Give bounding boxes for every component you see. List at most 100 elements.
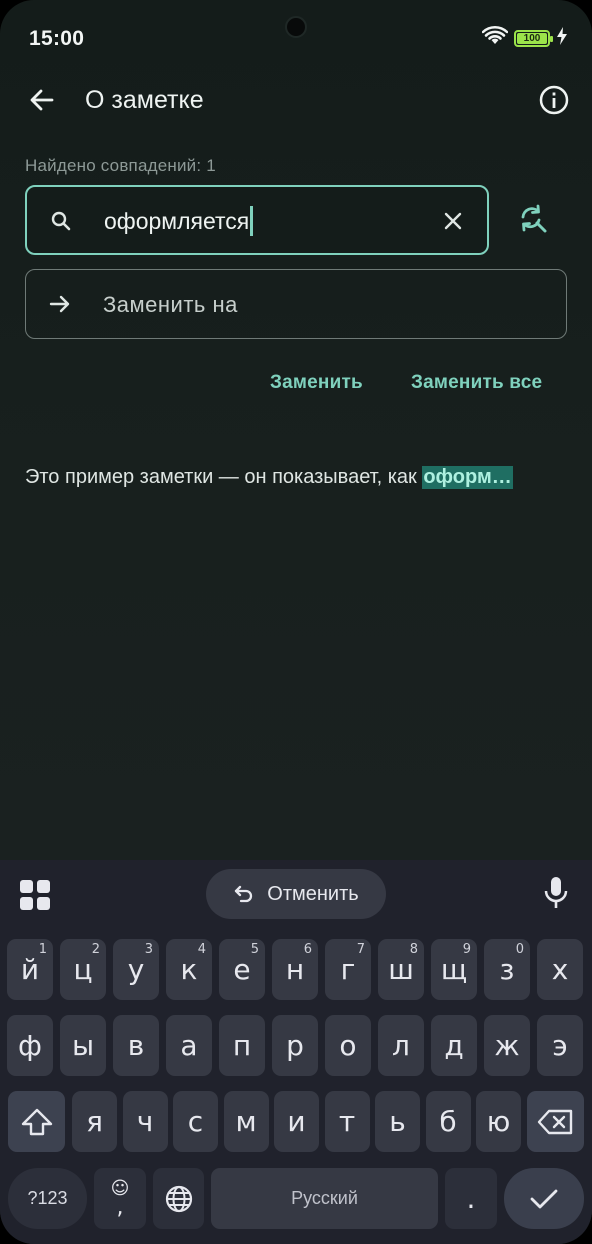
keyboard-menu-button[interactable] <box>18 878 52 912</box>
space-key[interactable]: Русский <box>211 1168 438 1229</box>
key-r2-6[interactable]: о <box>325 1015 371 1076</box>
key-r3-7[interactable]: б <box>425 1091 471 1152</box>
symbols-key[interactable]: ?123 <box>8 1168 87 1229</box>
key-label: ы <box>71 1029 95 1062</box>
key-label: ю <box>486 1105 511 1138</box>
key-label: э <box>552 1029 568 1062</box>
key-r3-1[interactable]: ч <box>122 1091 168 1152</box>
checkmark-icon <box>530 1189 558 1208</box>
key-r1-6[interactable]: г7 <box>325 939 371 1000</box>
key-r1-4[interactable]: е5 <box>219 939 265 1000</box>
search-value-wrap: оформляется <box>104 206 253 236</box>
key-r2-10[interactable]: э <box>537 1015 583 1076</box>
key-r2-0[interactable]: ф <box>7 1015 53 1076</box>
shift-key[interactable] <box>8 1091 65 1152</box>
note-text: Это пример заметки — он показывает, как <box>25 466 423 488</box>
clear-search-button[interactable] <box>439 207 467 235</box>
key-label: и <box>287 1105 306 1138</box>
key-label: й <box>20 953 40 986</box>
key-label: л <box>392 1029 410 1062</box>
period-key[interactable]: . <box>445 1168 497 1229</box>
status-time: 15:00 <box>29 27 85 50</box>
key-label: т <box>338 1105 356 1138</box>
key-number-hint: 2 <box>91 942 100 957</box>
period-label: . <box>466 1182 476 1215</box>
arrow-back-icon <box>30 89 54 111</box>
mic-icon <box>544 877 568 908</box>
text-caret <box>250 206 253 236</box>
key-label: ь <box>389 1105 406 1138</box>
key-r3-4[interactable]: и <box>274 1091 319 1152</box>
key-label: ч <box>136 1105 154 1138</box>
status-icons: 100 <box>481 26 568 51</box>
key-r2-8[interactable]: д <box>431 1015 477 1076</box>
search-query: оформляется <box>104 207 250 234</box>
key-label: б <box>439 1105 457 1138</box>
key-number-hint: 1 <box>38 942 47 957</box>
space-label: Русский <box>291 1188 358 1208</box>
arrow-right-icon <box>49 295 70 313</box>
key-r1-10[interactable]: х <box>537 939 583 1000</box>
key-label: з <box>499 953 515 986</box>
replace-input[interactable]: Заменить на <box>25 269 567 339</box>
key-r2-5[interactable]: р <box>272 1015 318 1076</box>
key-r2-3[interactable]: а <box>166 1015 212 1076</box>
key-r1-5[interactable]: н6 <box>272 939 318 1000</box>
key-number-hint: 3 <box>144 942 153 957</box>
key-r3-0[interactable]: я <box>72 1091 117 1152</box>
key-label: щ <box>440 953 468 986</box>
key-label: е <box>233 953 251 986</box>
key-label: п <box>232 1029 252 1062</box>
key-r1-3[interactable]: к4 <box>166 939 212 1000</box>
shift-icon <box>21 1108 52 1135</box>
key-r2-9[interactable]: ж <box>484 1015 530 1076</box>
key-label: х <box>551 953 569 986</box>
key-label: ф <box>18 1029 42 1062</box>
key-number-hint: 6 <box>303 942 312 957</box>
replace-placeholder: Заменить на <box>103 292 238 317</box>
key-label: о <box>339 1029 357 1062</box>
key-label: у <box>127 953 145 986</box>
note-body[interactable]: Это пример заметки — он показывает, как … <box>25 466 570 489</box>
key-r1-0[interactable]: й1 <box>7 939 53 1000</box>
key-number-hint: 4 <box>197 942 206 957</box>
symbols-label: ?123 <box>27 1188 68 1208</box>
backspace-icon <box>537 1109 572 1134</box>
key-r1-7[interactable]: ш8 <box>378 939 424 1000</box>
key-r2-1[interactable]: ы <box>60 1015 106 1076</box>
key-r3-5[interactable]: т <box>324 1091 370 1152</box>
enter-key[interactable] <box>504 1168 584 1229</box>
emoji-comma-key[interactable]: ☺ , <box>94 1168 146 1229</box>
language-key[interactable] <box>153 1168 204 1229</box>
backspace-key[interactable] <box>527 1091 584 1152</box>
comma-label: , <box>116 1194 124 1220</box>
voice-input-button[interactable] <box>542 875 570 911</box>
key-r2-4[interactable]: п <box>219 1015 265 1076</box>
key-label: к <box>180 953 198 986</box>
info-button[interactable] <box>534 80 574 120</box>
key-r2-7[interactable]: л <box>378 1015 424 1076</box>
search-input[interactable]: оформляется <box>25 185 489 255</box>
undo-button[interactable]: Отменить <box>206 869 386 919</box>
key-r3-2[interactable]: с <box>173 1091 218 1152</box>
key-r3-6[interactable]: ь <box>375 1091 420 1152</box>
replace-all-button[interactable]: Заменить все <box>411 372 542 394</box>
key-label: ц <box>73 953 93 986</box>
find-replace-toggle-button[interactable] <box>513 199 553 239</box>
key-label: в <box>127 1029 145 1062</box>
key-r2-2[interactable]: в <box>113 1015 159 1076</box>
key-label: д <box>444 1029 464 1062</box>
replace-button[interactable]: Заменить <box>270 372 363 394</box>
back-button[interactable] <box>22 80 62 120</box>
key-r1-2[interactable]: у3 <box>113 939 159 1000</box>
key-r3-3[interactable]: м <box>223 1091 269 1152</box>
key-r1-1[interactable]: ц2 <box>60 939 106 1000</box>
key-label: н <box>285 953 305 986</box>
key-r3-8[interactable]: ю <box>476 1091 521 1152</box>
key-r1-8[interactable]: щ9 <box>431 939 477 1000</box>
key-label: я <box>86 1105 103 1138</box>
key-r1-9[interactable]: з0 <box>484 939 530 1000</box>
key-label: ж <box>494 1029 520 1062</box>
key-label: м <box>235 1105 257 1138</box>
search-icon <box>51 211 71 231</box>
